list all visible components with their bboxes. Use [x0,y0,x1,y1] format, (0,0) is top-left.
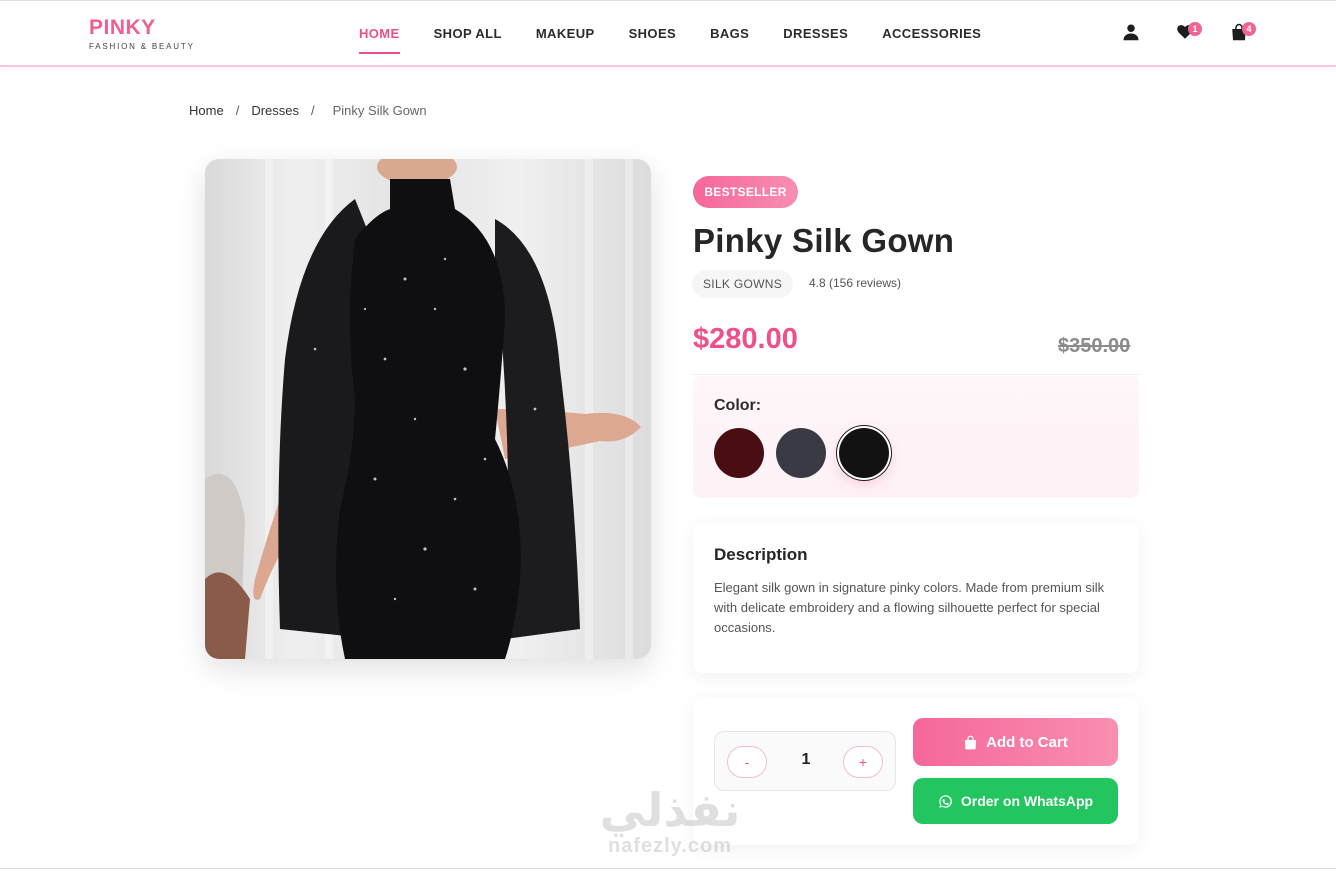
breadcrumb-home[interactable]: Home [189,103,224,118]
site-header: PINKY FASHION & BEAUTY HOME SHOP ALL MAK… [0,0,1336,67]
color-swatch-burgundy[interactable] [714,428,764,478]
breadcrumb: Home / Dresses / Pinky Silk Gown [189,103,427,118]
breadcrumb-separator: / [311,103,315,118]
color-label: Color: [714,397,762,414]
breadcrumb-dresses[interactable]: Dresses [251,103,299,118]
quantity-increase-button[interactable]: + [843,746,883,778]
nav-item-accessories[interactable]: ACCESSORIES [882,26,981,54]
color-selector: Color: [693,376,1139,498]
brand-logo[interactable]: PINKY FASHION & BEAUTY [89,16,195,52]
description-card: Description Elegant silk gown in signatu… [693,523,1139,673]
quantity-stepper: - 1 + [714,731,896,791]
watermark-arabic: نفذلي [599,783,741,837]
wishlist-count-badge: 1 [1188,22,1202,36]
whatsapp-order-label: Order on WhatsApp [960,793,1094,809]
add-to-cart-label: Add to Cart [986,733,1068,751]
rating-text: 4.8 (156 reviews) [809,276,902,290]
color-swatch-black[interactable] [839,428,889,478]
gown-photo-illustration [205,159,641,659]
color-swatch-charcoal[interactable] [776,428,826,478]
purchase-card: - 1 + Add to Cart Order on WhatsApp [693,697,1139,845]
cart-count-badge: 4 [1242,22,1256,36]
category-chip[interactable]: SILK GOWNS [692,270,794,298]
nav-item-home[interactable]: HOME [359,26,400,54]
logo-title: PINKY [89,16,156,39]
nav-item-makeup[interactable]: MAKEUP [536,26,595,54]
bestseller-badge: BESTSELLER [693,176,798,208]
old-price: $350.00 [1058,335,1131,357]
watermark-latin: nafezly.com [608,835,732,857]
product-image[interactable] [205,159,651,659]
page-bottom-border [0,868,1336,872]
heart-icon[interactable]: 1 [1176,22,1202,45]
quantity-value[interactable]: 1 [795,751,817,769]
header-actions: 1 4 [1120,22,1270,47]
nav-item-shoes[interactable]: SHOES [629,26,677,54]
breadcrumb-separator: / [235,103,240,118]
shopping-bag-icon[interactable]: 4 [1230,22,1256,45]
current-price: $280.00 [693,323,798,355]
description-title: Description [714,545,808,564]
description-text: Elegant silk gown in signature pinky col… [714,580,1105,635]
nav-item-bags[interactable]: BAGS [710,26,749,54]
main-nav: HOME SHOP ALL MAKEUP SHOES BAGS DRESSES … [359,26,1015,54]
logo-subtitle: FASHION & BEAUTY [89,42,195,51]
breadcrumb-current: Pinky Silk Gown [332,103,427,118]
whatsapp-icon [938,794,953,809]
product-title: Pinky Silk Gown [693,222,955,259]
divider [693,374,1139,375]
quantity-decrease-button[interactable]: - [727,746,767,778]
nav-item-dresses[interactable]: DRESSES [783,26,848,54]
whatsapp-order-button[interactable]: Order on WhatsApp [913,778,1118,824]
user-icon[interactable] [1122,23,1144,45]
add-to-cart-button[interactable]: Add to Cart [913,718,1118,766]
shopping-bag-icon [963,735,978,750]
watermark: نفذلي nafezly.com [585,785,755,870]
nav-item-shop-all[interactable]: SHOP ALL [434,26,502,54]
